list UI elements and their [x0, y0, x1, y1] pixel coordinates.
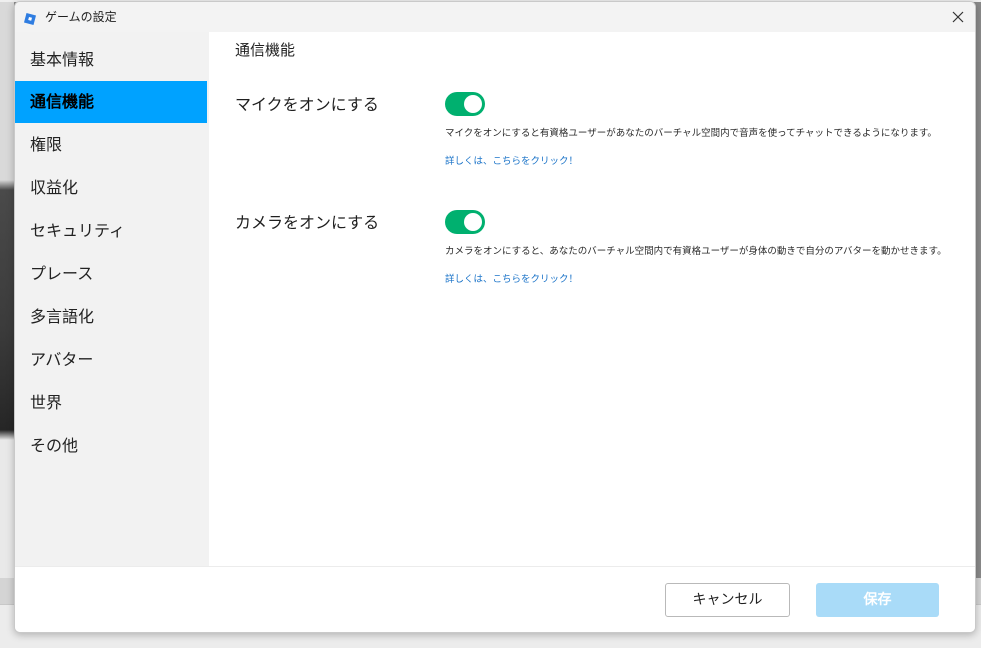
section-title: 通信機能 [235, 41, 296, 59]
dialog-footer: キャンセル 保存 [15, 566, 975, 632]
microphone-setting-label: マイクをオンにする [235, 95, 379, 114]
toggle-knob [464, 213, 482, 231]
sidebar-item-basic-info[interactable]: 基本情報 [15, 39, 207, 81]
roblox-studio-logo-icon [24, 10, 36, 25]
camera-toggle[interactable] [445, 210, 485, 234]
sidebar-item-communication[interactable]: 通信機能 [15, 81, 207, 123]
background-app-edge [0, 0, 14, 648]
settings-sidebar: 基本情報 通信機能 権限 収益化 セキュリティ プレース 多言語化 アバター 世… [15, 32, 209, 566]
close-button[interactable] [941, 2, 975, 32]
camera-setting-description: カメラをオンにすると、あなたのバーチャル空間内で有資格ユーザーが身体の動きで自分… [445, 246, 947, 257]
microphone-toggle[interactable] [445, 92, 485, 116]
window-title: ゲームの設定 [45, 10, 117, 24]
toggle-knob [464, 95, 482, 113]
sidebar-item-avatar[interactable]: アバター [15, 339, 207, 381]
sidebar-item-localization[interactable]: 多言語化 [15, 296, 207, 338]
sidebar-item-other[interactable]: その他 [15, 425, 207, 467]
sidebar-item-monetization[interactable]: 収益化 [15, 167, 207, 209]
game-settings-dialog: ゲームの設定 基本情報 通信機能 権限 収益化 セキュリティ プレース 多言語化… [14, 1, 976, 633]
title-bar: ゲームの設定 [15, 2, 975, 32]
sidebar-item-places[interactable]: プレース [15, 253, 207, 295]
sidebar-item-world[interactable]: 世界 [15, 382, 207, 424]
cancel-button[interactable]: キャンセル [665, 583, 790, 617]
camera-learn-more-link[interactable]: 詳しくは、こちらをクリック！ [445, 273, 578, 286]
sidebar-item-security[interactable]: セキュリティ [15, 210, 207, 252]
save-button[interactable]: 保存 [816, 583, 939, 617]
microphone-setting-description: マイクをオンにすると有資格ユーザーがあなたのバーチャル空間内で音声を使ってチャッ… [445, 128, 937, 139]
settings-content: 通信機能 マイクをオンにする マイクをオンにすると有資格ユーザーがあなたのバーチ… [209, 32, 975, 566]
microphone-learn-more-link[interactable]: 詳しくは、こちらをクリック！ [445, 155, 578, 168]
close-icon [952, 11, 964, 23]
sidebar-item-permissions[interactable]: 権限 [15, 124, 207, 166]
camera-setting-label: カメラをオンにする [235, 213, 380, 232]
